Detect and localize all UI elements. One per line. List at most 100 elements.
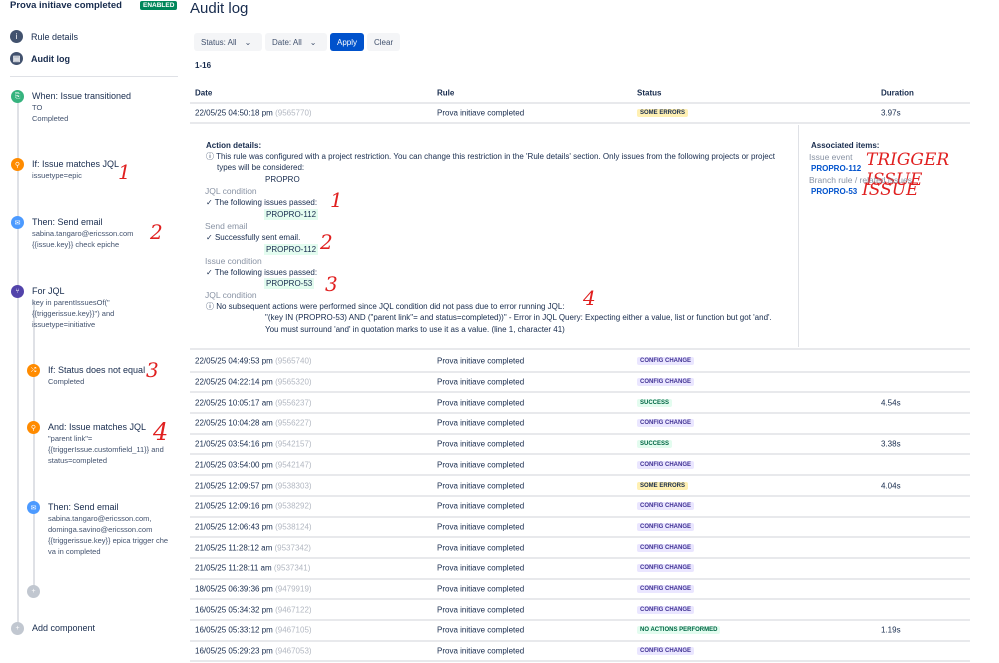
table-row[interactable]: 21/05/25 11:28:12 am (9537342) Prova ini… bbox=[190, 538, 970, 559]
column-status[interactable]: Status bbox=[637, 89, 661, 98]
shuffle-icon: ⤮ bbox=[27, 364, 40, 377]
component-detail: {{issue.key}} check epiche bbox=[32, 240, 120, 249]
table-row[interactable]: 21/05/25 03:54:00 pm (9542147) Prova ini… bbox=[190, 456, 970, 477]
add-component-button[interactable]: + Add component bbox=[11, 622, 95, 635]
component-detail: "parent link"= bbox=[48, 434, 93, 443]
table-row[interactable]: 22/05/25 04:22:14 pm (9565320) Prova ini… bbox=[190, 373, 970, 394]
status-lozenge: CONFIG CHANGE bbox=[637, 460, 694, 469]
row-rule: Prova initiave completed bbox=[437, 563, 525, 573]
row-rule: Prova initiave completed bbox=[437, 460, 525, 470]
add-component-label: Add component bbox=[32, 623, 96, 633]
row-date: 21/05/25 03:54:16 pm bbox=[195, 439, 273, 449]
component-detail: dominga.savino@ericsson.com bbox=[48, 525, 153, 534]
row-id: (9565770) bbox=[275, 108, 312, 118]
table-row[interactable]: 21/05/25 11:28:11 am (9537341) Prova ini… bbox=[190, 559, 970, 580]
table-row-expanded[interactable]: 22/05/25 04:50:18 pm (9565770) Prova ini… bbox=[190, 104, 970, 124]
table-row[interactable]: 22/05/25 04:49:53 pm (9565740) Prova ini… bbox=[190, 352, 970, 373]
row-id: (9537342) bbox=[274, 543, 311, 553]
component-detail: sabina.tangaro@ericsson.com, bbox=[48, 514, 152, 523]
row-date: 18/05/25 06:39:36 pm bbox=[195, 584, 273, 594]
issue-key[interactable]: PROPRO-112 bbox=[264, 209, 319, 220]
component-detail: key in parentIssuesOf(" bbox=[32, 298, 110, 307]
row-date: 22/05/25 04:22:14 pm bbox=[195, 377, 273, 387]
rule-component[interactable]: ✉ Then: Send email sabina.tangaro@ericsson… bbox=[27, 501, 168, 557]
component-detail: {{triggerIssue.customfield_11}} and bbox=[48, 445, 164, 454]
row-rule: Prova initiave completed bbox=[437, 439, 525, 449]
row-date: 21/05/25 03:54:00 pm bbox=[195, 460, 273, 470]
status-lozenge: CONFIG CHANGE bbox=[637, 647, 694, 656]
row-rule: Prova initiave completed bbox=[437, 605, 525, 615]
step-error: ⓘ No subsequent actions were performed s… bbox=[206, 302, 565, 311]
nav-audit-log[interactable]: ▤ Audit log bbox=[10, 52, 70, 65]
rule-component[interactable]: ⚲ And: Issue matches JQL "parent link"= {{t… bbox=[27, 421, 164, 466]
component-detail: Completed bbox=[32, 114, 69, 123]
rule-component[interactable]: ⑂ For JQL key in parentIssuesOf(" {{trigger… bbox=[11, 285, 114, 330]
status-lozenge: SUCCESS bbox=[637, 398, 673, 407]
issue-key[interactable]: PROPRO-112 bbox=[264, 244, 319, 255]
table-row[interactable]: 18/05/25 06:39:36 pm (9479919) Prova ini… bbox=[190, 580, 970, 601]
divider bbox=[10, 76, 178, 77]
rule-component[interactable]: ✉ Then: Send email sabina.tangaro@ericsson… bbox=[11, 216, 133, 250]
annotation-1: 1 bbox=[118, 160, 131, 184]
table-row[interactable]: 21/05/25 03:54:16 pm (9542157) Prova ini… bbox=[190, 435, 970, 456]
row-date: 16/05/25 05:34:32 pm bbox=[195, 605, 273, 615]
plus-icon: + bbox=[11, 622, 24, 635]
table-row[interactable]: 16/05/25 05:33:12 pm (9467105) Prova ini… bbox=[190, 621, 970, 642]
row-date: 21/05/25 11:28:12 am bbox=[195, 543, 273, 553]
status-filter-label: Status: All bbox=[201, 37, 237, 47]
annotation-4: 4 bbox=[153, 418, 169, 446]
restriction-text: This rule was configured with a project … bbox=[216, 152, 775, 161]
row-rule: Prova initiave completed bbox=[437, 522, 525, 532]
associated-items: Associated items: Issue event PROPRO-112… bbox=[798, 125, 970, 347]
email-icon: ✉ bbox=[27, 501, 40, 514]
row-date: 22/05/25 04:50:18 pm bbox=[195, 108, 273, 118]
nav-rule-details[interactable]: i Rule details bbox=[10, 30, 78, 43]
row-duration: 4.04s bbox=[881, 481, 901, 491]
table-row[interactable]: 21/05/25 12:06:43 pm (9538124) Prova ini… bbox=[190, 518, 970, 539]
branch-label: Branch rule / related issues bbox=[809, 175, 912, 185]
row-id: (9537341) bbox=[273, 563, 311, 573]
column-duration[interactable]: Duration bbox=[881, 89, 914, 98]
rule-component[interactable]: ⎘ When: Issue transitioned TO Completed bbox=[11, 90, 131, 124]
clear-button[interactable]: Clear bbox=[367, 33, 401, 51]
add-branch-component-button[interactable]: + bbox=[27, 585, 40, 598]
row-rule: Prova initiave completed bbox=[437, 377, 525, 387]
status-lozenge: NO ACTIONS PERFORMED bbox=[637, 626, 721, 635]
status-lozenge: CONFIG CHANGE bbox=[637, 543, 694, 552]
component-detail: Completed bbox=[48, 377, 85, 386]
rule-component[interactable]: ⚲ If: Issue matches JQL issuetype=epic bbox=[11, 158, 119, 181]
chevron-down-icon: ⌄ bbox=[309, 37, 317, 47]
column-date[interactable]: Date bbox=[195, 89, 212, 98]
table-row[interactable]: 22/05/25 10:04:28 am (9556227) Prova ini… bbox=[190, 414, 970, 435]
restriction-text-2: types will be considered: bbox=[217, 163, 305, 172]
table-row[interactable]: 16/05/25 05:29:23 pm (9467053) Prova ini… bbox=[190, 642, 970, 663]
list-icon: ▤ bbox=[10, 52, 23, 65]
table-row[interactable]: 21/05/25 12:09:16 pm (9538292) Prova ini… bbox=[190, 497, 970, 518]
status-filter[interactable]: Status: All ⌄ bbox=[194, 33, 262, 51]
rule-component[interactable]: ⤮ If: Status does not equal Completed bbox=[27, 364, 145, 387]
row-id: (9542147) bbox=[275, 460, 312, 470]
row-date: 22/05/25 10:04:28 am bbox=[195, 418, 273, 428]
step-message: ✓ The following issues passed: bbox=[206, 198, 318, 207]
table-row[interactable]: 22/05/25 10:05:17 am (9556237) Prova ini… bbox=[190, 393, 970, 415]
component-title: Then: Send email bbox=[32, 217, 103, 227]
date-filter[interactable]: Date: All ⌄ bbox=[265, 33, 327, 51]
row-rule: Prova initiave completed bbox=[437, 356, 525, 366]
column-rule[interactable]: Rule bbox=[437, 89, 454, 98]
row-rule: Prova initiave completed bbox=[437, 398, 525, 408]
row-rule: Prova initiave completed bbox=[437, 543, 525, 553]
issue-key[interactable]: PROPRO-53 bbox=[264, 278, 315, 289]
component-title: For JQL bbox=[32, 286, 65, 296]
component-detail: issuetype=epic bbox=[32, 171, 82, 180]
apply-button[interactable]: Apply bbox=[330, 33, 365, 51]
restriction-info: ⓘ This rule was configured with a projec… bbox=[206, 151, 786, 162]
table-row[interactable]: 21/05/25 12:09:57 pm (9538303) Prova ini… bbox=[190, 476, 970, 497]
status-lozenge: CONFIG CHANGE bbox=[637, 564, 694, 573]
component-detail: TO bbox=[32, 103, 43, 112]
issue-event-link[interactable]: PROPRO-112 bbox=[811, 163, 861, 174]
table-row[interactable]: 16/05/25 05:34:32 pm (9467122) Prova ini… bbox=[190, 600, 970, 622]
email-icon: ✉ bbox=[11, 216, 24, 229]
branch-issue-link[interactable]: PROPRO-53 bbox=[811, 186, 857, 197]
chevron-down-icon: ⌄ bbox=[244, 37, 252, 47]
row-date: 21/05/25 11:28:11 am bbox=[195, 563, 272, 573]
